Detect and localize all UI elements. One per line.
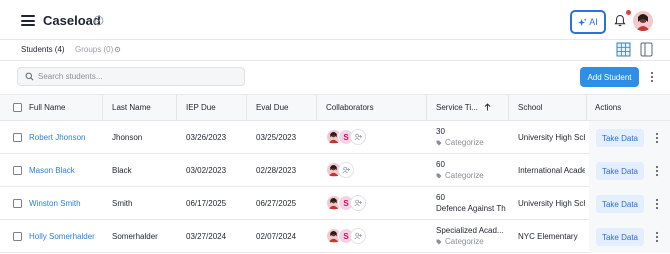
eval-due: 02/07/2024 <box>256 232 297 241</box>
notification-dot <box>626 10 631 15</box>
tag-icon <box>436 173 442 178</box>
row-more-icon[interactable] <box>655 198 659 210</box>
service-time: 60 <box>436 193 445 202</box>
row-more-icon[interactable] <box>655 165 659 177</box>
col-service-time[interactable]: Service Ti... <box>436 103 478 112</box>
service-category-label: Categorize <box>445 237 484 246</box>
col-separator <box>586 95 587 121</box>
row-checkbox[interactable] <box>13 133 22 142</box>
last-name: Smith <box>112 199 133 208</box>
collaborators-group[interactable]: S <box>326 195 366 211</box>
school: University High School <box>518 133 585 142</box>
collaborators-group[interactable]: S <box>326 228 366 244</box>
eval-due: 02/28/2023 <box>256 166 297 175</box>
bell-icon[interactable] <box>614 14 626 27</box>
select-all-checkbox[interactable] <box>13 103 22 112</box>
search-icon <box>25 72 34 81</box>
gear-icon <box>114 46 121 53</box>
iep-due: 03/27/2024 <box>186 232 227 241</box>
row-checkbox[interactable] <box>13 199 22 208</box>
table-view-icon[interactable] <box>616 42 631 57</box>
add-student-button[interactable]: Add Student <box>580 67 639 87</box>
col-separator <box>508 95 509 121</box>
col-iep-due[interactable]: IEP Due <box>186 103 216 112</box>
more-options-icon[interactable] <box>650 71 654 83</box>
header-divider <box>0 39 670 40</box>
take-data-button[interactable]: Take Data <box>596 228 644 246</box>
menu-icon[interactable] <box>21 15 35 26</box>
col-actions: Actions <box>595 103 622 112</box>
title-badge-icon <box>93 15 104 26</box>
service-description: Defence Against The <box>436 204 506 213</box>
row-more-icon[interactable] <box>655 132 659 144</box>
school: University High School <box>518 199 585 208</box>
service-category-label: Categorize <box>445 138 484 147</box>
service-category[interactable]: Categorize <box>436 138 506 147</box>
iep-due: 03/02/2023 <box>186 166 227 175</box>
col-separator <box>102 95 103 121</box>
table-header: Full Name Last Name IEP Due Eval Due Col… <box>0 94 670 121</box>
service-category[interactable]: Categorize <box>436 171 506 180</box>
col-separator <box>426 95 427 121</box>
table-row[interactable]: Winston Smith Smith 06/17/2025 06/27/202… <box>0 187 670 220</box>
collaborators-group[interactable] <box>326 162 354 178</box>
table-row[interactable]: Mason Black Black 03/02/2023 02/28/2023 … <box>0 154 670 187</box>
last-name: Jhonson <box>112 133 143 142</box>
ai-button[interactable]: AI <box>570 10 606 34</box>
eval-due: 06/27/2025 <box>256 199 297 208</box>
add-collaborator-icon[interactable] <box>350 129 366 145</box>
tag-icon <box>436 140 442 145</box>
take-data-button[interactable]: Take Data <box>596 129 644 147</box>
service-time: 30 <box>436 127 445 136</box>
student-name-link[interactable]: Mason Black <box>29 166 75 175</box>
student-name-link[interactable]: Holly Somerhalder <box>29 232 95 241</box>
iep-due: 06/17/2025 <box>186 199 227 208</box>
add-collaborator-icon[interactable] <box>350 195 366 211</box>
col-separator <box>176 95 177 121</box>
sort-arrow-up-icon[interactable] <box>484 103 491 111</box>
take-data-button[interactable]: Take Data <box>596 195 644 213</box>
last-name: Somerhalder <box>112 232 158 241</box>
student-name-link[interactable]: Winston Smith <box>29 199 81 208</box>
tag-icon <box>436 239 442 244</box>
row-more-icon[interactable] <box>655 231 659 243</box>
col-school[interactable]: School <box>518 103 542 112</box>
row-checkbox[interactable] <box>13 232 22 241</box>
tabs-divider <box>0 60 670 61</box>
col-separator <box>246 95 247 121</box>
add-collaborator-icon[interactable] <box>338 162 354 178</box>
service-time: 60 <box>436 160 445 169</box>
school: NYC Elementary <box>518 232 578 241</box>
collaborators-group[interactable]: S <box>326 129 366 145</box>
search-input[interactable] <box>38 70 238 83</box>
take-data-button[interactable]: Take Data <box>596 162 644 180</box>
ai-button-label: AI <box>589 17 598 27</box>
col-last-name[interactable]: Last Name <box>112 103 151 112</box>
app-header: Caseload AI <box>0 0 670 40</box>
row-checkbox[interactable] <box>13 166 22 175</box>
add-collaborator-icon[interactable] <box>350 228 366 244</box>
search-box[interactable] <box>17 67 245 86</box>
student-name-link[interactable]: Robert Jhonson <box>29 133 85 142</box>
col-full-name[interactable]: Full Name <box>29 103 65 112</box>
iep-due: 03/26/2023 <box>186 133 227 142</box>
card-view-icon[interactable] <box>640 42 653 57</box>
tab-students[interactable]: Students (4) <box>21 45 65 54</box>
last-name: Black <box>112 166 132 175</box>
col-eval-due[interactable]: Eval Due <box>256 103 288 112</box>
school: International Academy <box>518 166 585 175</box>
eval-due: 03/25/2023 <box>256 133 297 142</box>
tab-groups[interactable]: Groups (0) <box>75 45 113 54</box>
service-category[interactable]: Categorize <box>436 237 506 246</box>
service-category-label: Categorize <box>445 171 484 180</box>
avatar[interactable] <box>633 11 653 31</box>
col-separator <box>316 95 317 121</box>
table-row[interactable]: Holly Somerhalder Somerhalder 03/27/2024… <box>0 220 670 253</box>
table-row[interactable]: Robert Jhonson Jhonson 03/26/2023 03/25/… <box>0 121 670 154</box>
col-collaborators[interactable]: Collaborators <box>326 103 374 112</box>
service-time: Specialized Acad... <box>436 226 504 235</box>
sparkle-icon <box>578 17 587 26</box>
